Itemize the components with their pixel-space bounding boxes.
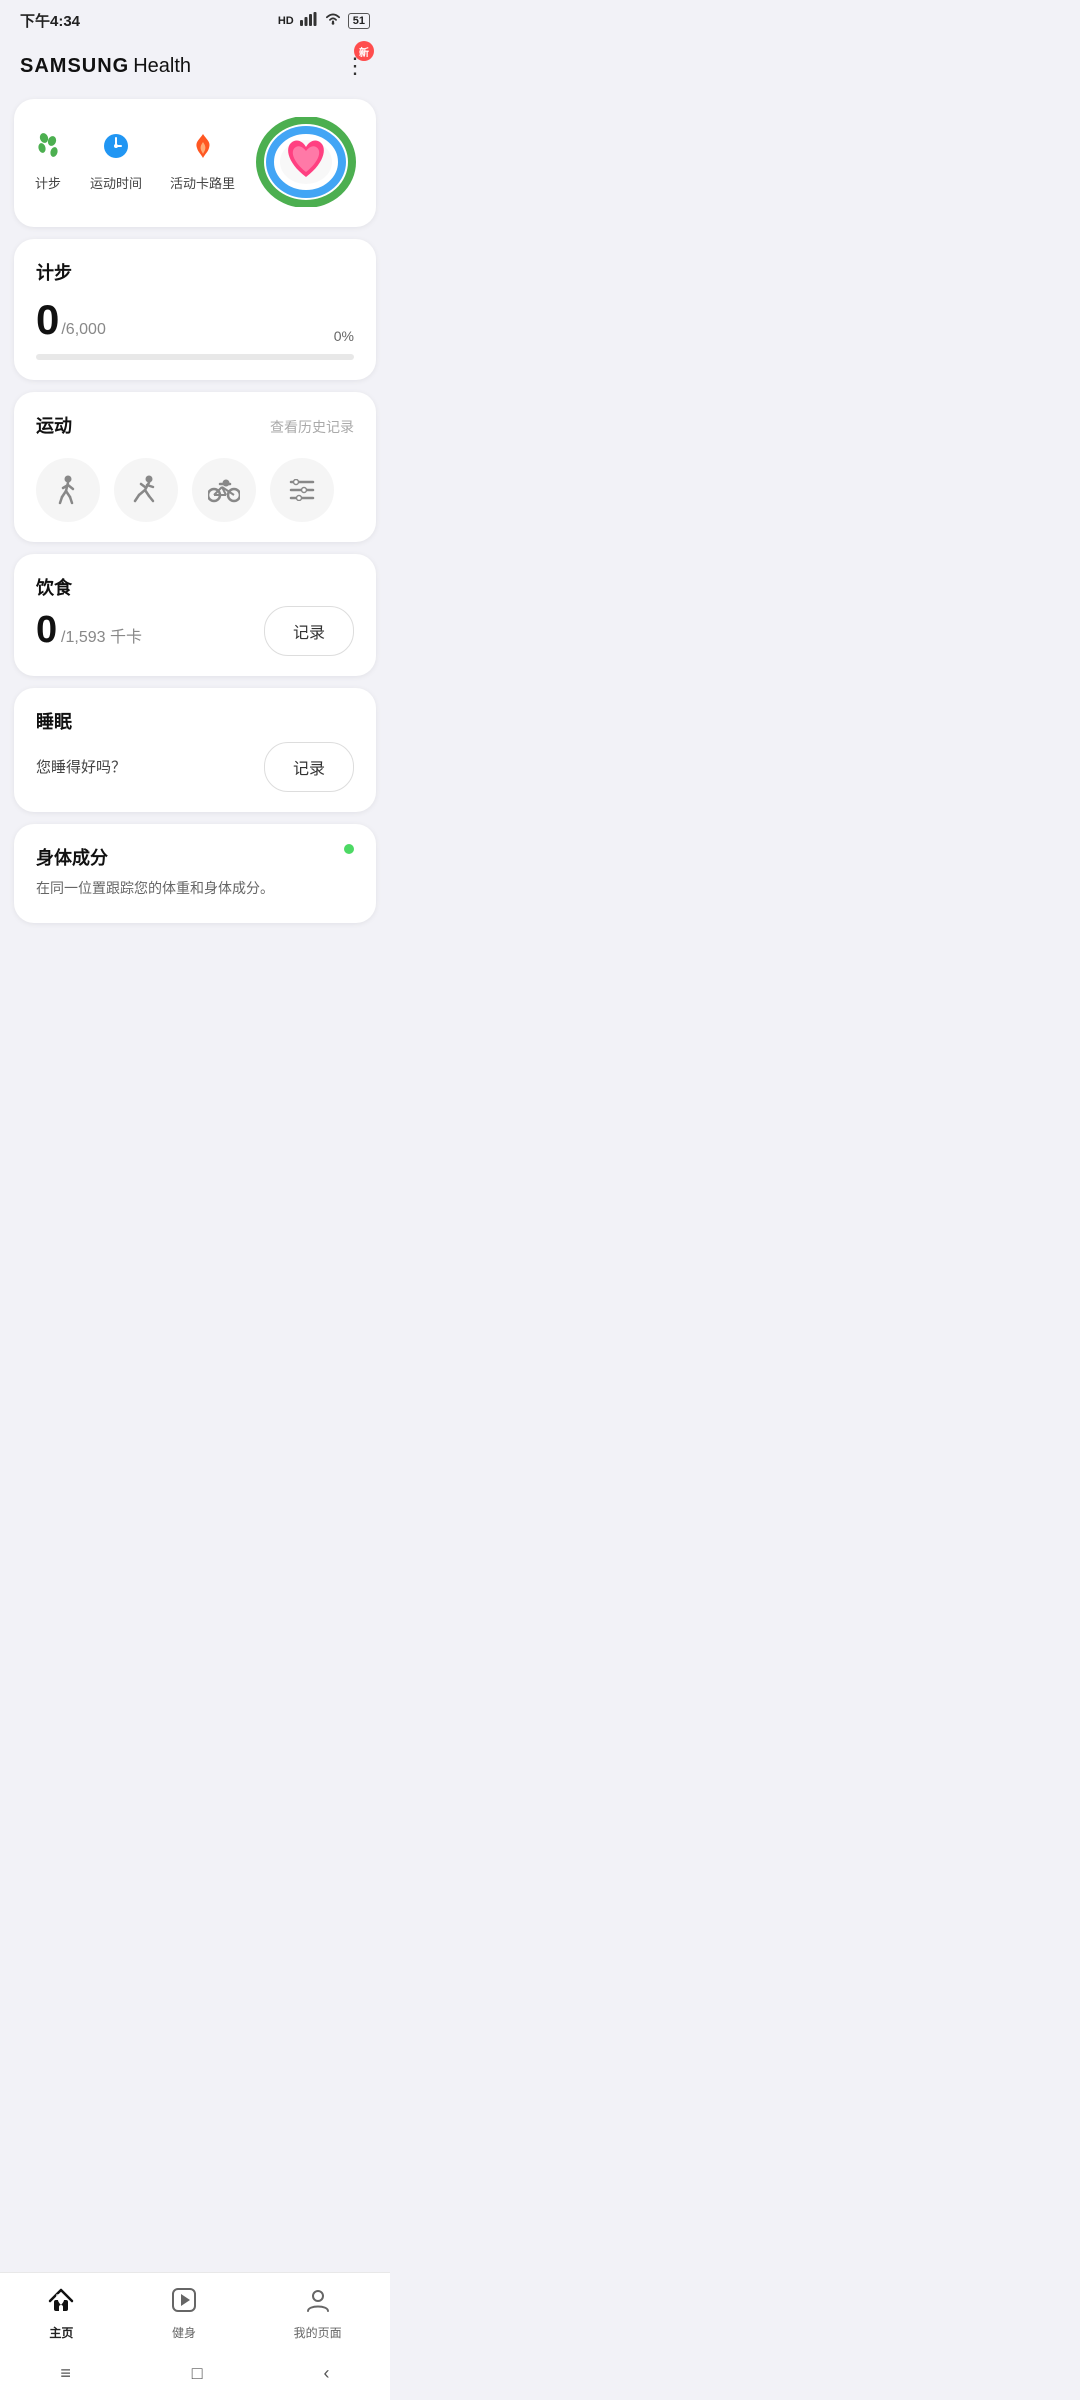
calories-label: 活动卡路里 [170, 173, 235, 192]
steps-display: 0 /6,000 [36, 297, 106, 344]
exercise-buttons [36, 458, 354, 522]
steps-row: 0 /6,000 0% [36, 297, 354, 344]
green-dot-indicator [344, 844, 354, 854]
nav-my-page[interactable]: 我的页面 [274, 2283, 362, 2345]
cycle-button[interactable] [192, 458, 256, 522]
app-logo: SAMSUNG Health [20, 55, 191, 78]
steps-progress-bar [36, 354, 354, 360]
wifi-icon [324, 12, 342, 29]
calories-icon [189, 132, 217, 167]
battery-indicator: 51 [348, 13, 370, 29]
activity-summary-card: 计步 运动时间 活动卡路里 [14, 99, 376, 227]
nav-fitness[interactable]: 健身 [151, 2283, 217, 2345]
steps-percentage: 0% [334, 328, 354, 344]
food-current: 0 [36, 609, 57, 651]
app-header: SAMSUNG Health 新 ⋮ [0, 37, 390, 93]
nav-home[interactable]: 主页 [28, 2283, 94, 2345]
status-time: 下午4:34 [20, 10, 80, 31]
sleep-row: 您睡得好吗？ 记录 [36, 742, 354, 792]
nav-my-page-label: 我的页面 [294, 2324, 342, 2341]
fitness-icon [171, 2287, 197, 2320]
status-bar: 下午4:34 HD 51 [0, 0, 390, 37]
more-exercises-button[interactable] [270, 458, 334, 522]
logo-samsung: SAMSUNG [20, 55, 129, 78]
home-icon [48, 2287, 74, 2320]
exercise-time-icon [102, 132, 130, 167]
food-card: 饮食 0 /1,593 千卡 记录 [14, 554, 376, 676]
food-goal: /1,593 千卡 [61, 629, 142, 646]
metric-calories[interactable]: 活动卡路里 [170, 132, 235, 192]
sleep-record-button[interactable]: 记录 [264, 742, 354, 792]
activity-metrics: 计步 运动时间 活动卡路里 [34, 132, 235, 192]
sleep-question: 您睡得好吗？ [36, 756, 126, 777]
exercise-time-label: 运动时间 [90, 173, 142, 192]
food-title: 饮食 [36, 578, 72, 598]
exercise-card: 运动 查看历史记录 [14, 392, 376, 542]
history-link[interactable]: 查看历史记录 [270, 417, 354, 437]
sleep-title: 睡眠 [36, 712, 72, 732]
notification-badge[interactable]: 新 [354, 41, 374, 61]
sleep-card: 睡眠 您睡得好吗？ 记录 [14, 688, 376, 812]
signal-icon [300, 12, 318, 29]
body-title: 身体成分 [36, 848, 108, 868]
steps-title: 计步 [36, 259, 72, 285]
steps-card: 计步 0 /6,000 0% [14, 239, 376, 380]
run-button[interactable] [114, 458, 178, 522]
header-right: 新 ⋮ [340, 49, 370, 83]
home-button[interactable]: □ [172, 2359, 223, 2388]
bottom-navigation: 主页 健身 我的页面 ≡ □ ‹ [0, 2272, 390, 2400]
exercise-header: 运动 查看历史记录 [36, 412, 354, 442]
hd-icon: HD [278, 15, 294, 27]
walk-button[interactable] [36, 458, 100, 522]
metric-exercise-time[interactable]: 运动时间 [90, 132, 142, 192]
my-page-icon [305, 2287, 331, 2320]
food-calories-display: 0 /1,593 千卡 [36, 609, 142, 652]
nav-home-label: 主页 [49, 2324, 73, 2341]
steps-goal: /6,000 [61, 321, 105, 339]
food-record-button[interactable]: 记录 [264, 606, 354, 656]
steps-current: 0 [36, 296, 59, 343]
body-description: 在同一位置跟踪您的体重和身体成分。 [36, 878, 354, 899]
nav-fitness-label: 健身 [172, 2324, 196, 2341]
exercise-title: 运动 [36, 412, 72, 438]
heart-ring-graphic[interactable] [256, 117, 356, 207]
menu-button[interactable]: ≡ [40, 2359, 91, 2388]
steps-header: 计步 [36, 259, 354, 289]
logo-health: Health [133, 55, 191, 78]
system-navigation-bar: ≡ □ ‹ [0, 2351, 390, 2400]
steps-label: 计步 [35, 173, 61, 192]
back-button[interactable]: ‹ [304, 2359, 350, 2388]
food-row: 0 /1,593 千卡 记录 [36, 606, 354, 656]
nav-items: 主页 健身 我的页面 [0, 2273, 390, 2351]
body-composition-card: 身体成分 在同一位置跟踪您的体重和身体成分。 [14, 824, 376, 923]
status-icons: HD 51 [278, 12, 370, 29]
metric-steps[interactable]: 计步 [34, 132, 62, 192]
steps-icon [34, 132, 62, 167]
